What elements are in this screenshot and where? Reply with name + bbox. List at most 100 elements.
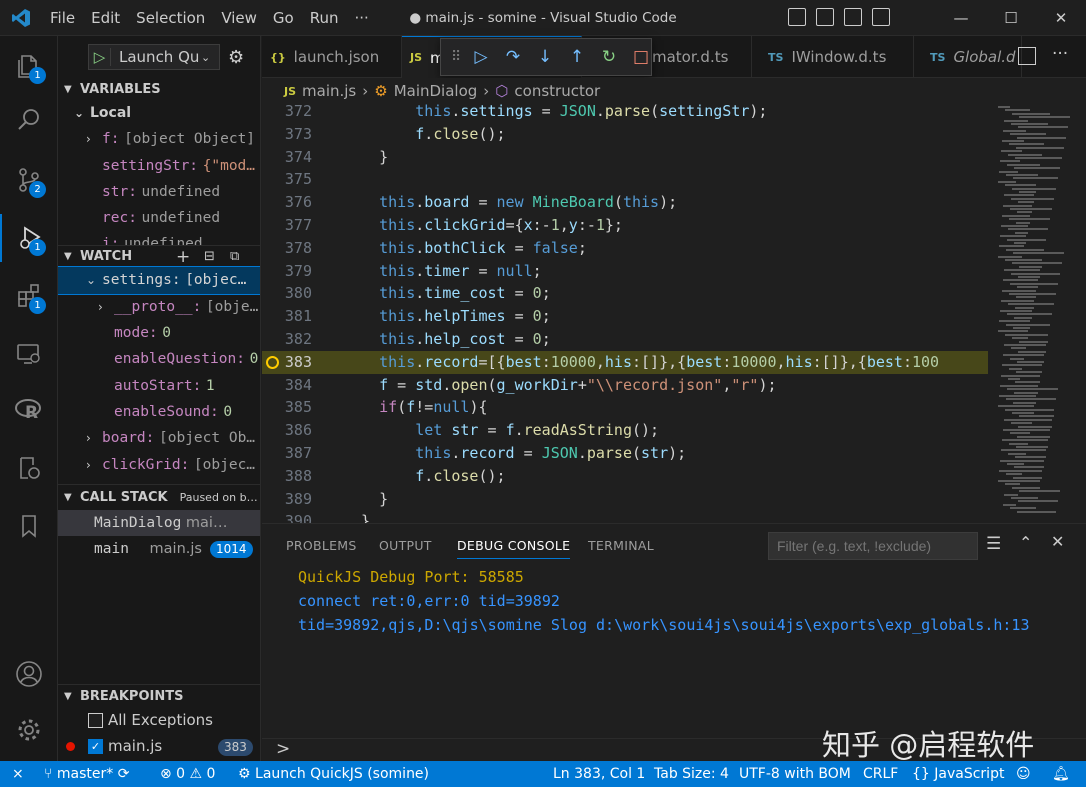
account-icon[interactable] [0,650,58,698]
checkbox-checked[interactable]: ✓ [88,738,103,754]
add-expression-icon[interactable]: + [176,247,190,267]
code-line[interactable]: 382 this.help_cost = 0; [262,328,1022,351]
code-line[interactable]: 379 this.timer = null; [262,260,1022,283]
checkbox[interactable] [88,712,103,728]
maximize-panel-icon[interactable]: ⌃ [1019,533,1032,552]
line-number[interactable]: 388 [262,465,312,488]
console-filter-input[interactable] [768,532,978,560]
code-line[interactable]: 380 this.time_cost = 0; [262,282,1022,305]
notifications-bell-icon[interactable]: 🔔︎ [1052,761,1070,787]
code-line[interactable]: 387 this.record = JSON.parse(str); [262,442,1022,465]
breakpoint-paused-icon[interactable] [266,355,279,369]
search-icon[interactable] [0,96,58,144]
split-editor-icon[interactable] [1018,47,1036,65]
line-number[interactable]: 373 [262,123,312,146]
launch-config-select[interactable]: ▷ Launch Qu ⌄ [88,44,220,70]
line-number[interactable]: 382 [262,328,312,351]
line-number[interactable]: 377 [262,214,312,237]
continue-icon[interactable]: ▷ [471,47,491,67]
remove-all-icon[interactable]: ⧉ [230,249,239,264]
line-number[interactable]: 389 [262,488,312,511]
watch-row[interactable]: enableSound: 0 [58,399,260,425]
line-number[interactable]: 386 [262,419,312,442]
debug-settings-gear-icon[interactable]: ⚙ [228,47,244,68]
bookmark-icon[interactable] [0,502,58,550]
feedback-icon[interactable]: ☺ [1016,761,1031,787]
code-line[interactable]: 389 } [262,488,1022,511]
customize-layout-icon[interactable] [872,8,890,26]
code-line[interactable]: 384 f = std.open(g_workDir+"\\record.jso… [262,374,1022,397]
line-number[interactable]: 372 [262,100,312,123]
panel-tab-problems[interactable]: PROBLEMS [286,538,357,553]
line-number[interactable]: 387 [262,442,312,465]
breadcrumb-class[interactable]: MainDialog [394,82,478,100]
eol[interactable]: CRLF [863,761,898,787]
menu-more[interactable]: ··· [347,0,377,36]
code-line[interactable]: 372 this.settings = JSON.parse(settingSt… [262,100,1022,123]
callstack-header[interactable]: ▼ CALL STACK Paused on b… [58,483,260,510]
callstack-frame[interactable]: main main.js 1014 [58,536,260,562]
code-line[interactable]: 390 } [262,510,1022,523]
tab-launch-json[interactable]: {} launch.json [262,36,402,78]
step-over-icon[interactable]: ↷ [503,47,523,67]
scope-local[interactable]: ⌄ Local [58,100,260,126]
code-line[interactable]: 376 this.board = new MineBoard(this); [262,191,1022,214]
menu-edit[interactable]: Edit [83,0,128,36]
collapse-all-icon[interactable]: ⊟ [204,249,215,264]
explorer-icon[interactable]: 1 [0,42,58,90]
close-panel-icon[interactable]: ✕ [1051,532,1064,551]
toggle-panel-icon[interactable] [816,8,834,26]
watch-row[interactable]: › clickGrid: [objec… [58,452,260,478]
close-icon[interactable]: ✕ [1036,0,1086,36]
menu-file[interactable]: File [42,0,83,36]
branch-status[interactable]: ⑂ master* ⟳ [44,761,129,787]
code-line[interactable]: 378 this.bothClick = false; [262,237,1022,260]
step-into-icon[interactable]: ↓ [535,47,555,67]
line-number[interactable]: 384 [262,374,312,397]
callstack-frame[interactable]: MainDialog mai… [58,509,260,536]
watch-row[interactable]: › board: [object Ob… [58,425,260,451]
minimap[interactable] [988,100,1086,523]
line-number[interactable]: 381 [262,305,312,328]
variable-row[interactable]: i: undefined [58,231,260,245]
watch-row[interactable]: mode: 0 [58,320,260,346]
breakpoint-all-exceptions[interactable]: All Exceptions [88,711,213,729]
breakpoints-header[interactable]: ▼ BREAKPOINTS [58,684,260,708]
variable-row[interactable]: str: undefined [58,179,260,205]
watch-header[interactable]: ▼ WATCH + ⊟ ⧉ [58,245,260,267]
tab-iwindow-d-ts[interactable]: TS IWindow.d.ts [752,36,914,78]
line-number[interactable]: 385 [262,396,312,419]
remote-icon[interactable]: ⨯ [12,761,24,787]
code-line[interactable]: 374 } [262,146,1022,169]
language-mode[interactable]: {} JavaScript [912,761,1004,787]
breakpoint-file[interactable]: ✓ main.js 383 [66,737,260,756]
breadcrumb-file[interactable]: main.js [302,82,356,100]
menu-run[interactable]: Run [302,0,347,36]
panel-tab-output[interactable]: OUTPUT [379,538,432,553]
code-line[interactable]: 381 this.helpTimes = 0; [262,305,1022,328]
line-number[interactable]: 374 [262,146,312,169]
menu-view[interactable]: View [213,0,265,36]
minimize-icon[interactable]: — [936,0,986,36]
code-line[interactable]: 377 this.clickGrid={x:-1,y:-1}; [262,214,1022,237]
variable-row[interactable]: › f: [object Object] [58,126,260,152]
code-line[interactable]: 388 f.close(); [262,465,1022,488]
r-language-icon[interactable]: R [0,386,58,434]
breadcrumb-member[interactable]: constructor [514,82,600,100]
variable-row[interactable]: rec: undefined [58,205,260,231]
step-out-icon[interactable]: ↑ [567,47,587,67]
menu-go[interactable]: Go [265,0,302,36]
problems-status[interactable]: ⊗ 0 ⚠ 0 [160,761,215,787]
code-line[interactable]: 373 f.close(); [262,123,1022,146]
testing-icon[interactable] [0,444,58,492]
tab-global-d[interactable]: TS Global.d [914,36,1022,78]
line-number[interactable]: 380 [262,282,312,305]
cursor-position[interactable]: Ln 383, Col 1 [553,761,645,787]
menu-selection[interactable]: Selection [128,0,213,36]
toggle-sidebar-icon[interactable] [788,8,806,26]
line-number[interactable]: 375 [262,168,312,191]
launch-status[interactable]: ⚙ Launch QuickJS (somine) [238,761,429,787]
manage-gear-icon[interactable] [0,706,58,754]
remote-explorer-icon[interactable] [0,330,58,378]
stop-icon[interactable]: □ [631,47,651,67]
